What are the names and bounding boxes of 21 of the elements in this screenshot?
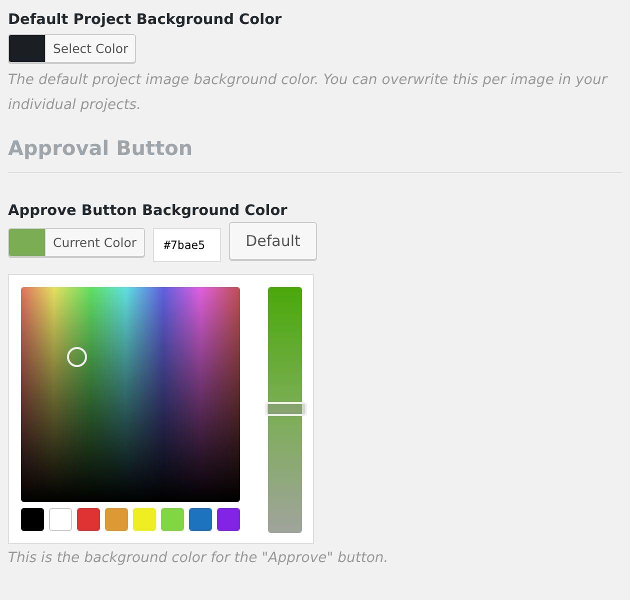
current-color-button[interactable]: Current Color: [8, 228, 145, 257]
slider-thumb[interactable]: [265, 402, 307, 416]
hex-input-field[interactable]: #7bae5: [152, 228, 221, 262]
palette-swatch[interactable]: [49, 508, 72, 531]
palette-swatch[interactable]: [77, 508, 100, 531]
field-label: Approve Button Background Color: [8, 203, 288, 219]
saturation-slider[interactable]: [265, 287, 305, 531]
color-gradient-square[interactable]: [21, 287, 240, 502]
field-description: This is the background color for the "Approve" button.: [8, 549, 390, 568]
palette-swatch[interactable]: [217, 508, 240, 531]
section-title: Approval Button: [8, 136, 622, 173]
picker-handle[interactable]: [67, 347, 87, 367]
palette-swatch[interactable]: [133, 508, 156, 531]
palette-swatch[interactable]: [105, 508, 128, 531]
palette-swatch[interactable]: [21, 508, 44, 531]
palette-swatch[interactable]: [161, 508, 184, 531]
select-color-button[interactable]: Select Color: [8, 34, 136, 63]
field-description: The default project image background color. You can overwrite this per image in your individual projects.: [8, 71, 609, 115]
palette-swatch[interactable]: [189, 508, 212, 531]
default-button[interactable]: Default: [228, 222, 318, 260]
field-label: Default Project Background Color: [8, 12, 283, 28]
